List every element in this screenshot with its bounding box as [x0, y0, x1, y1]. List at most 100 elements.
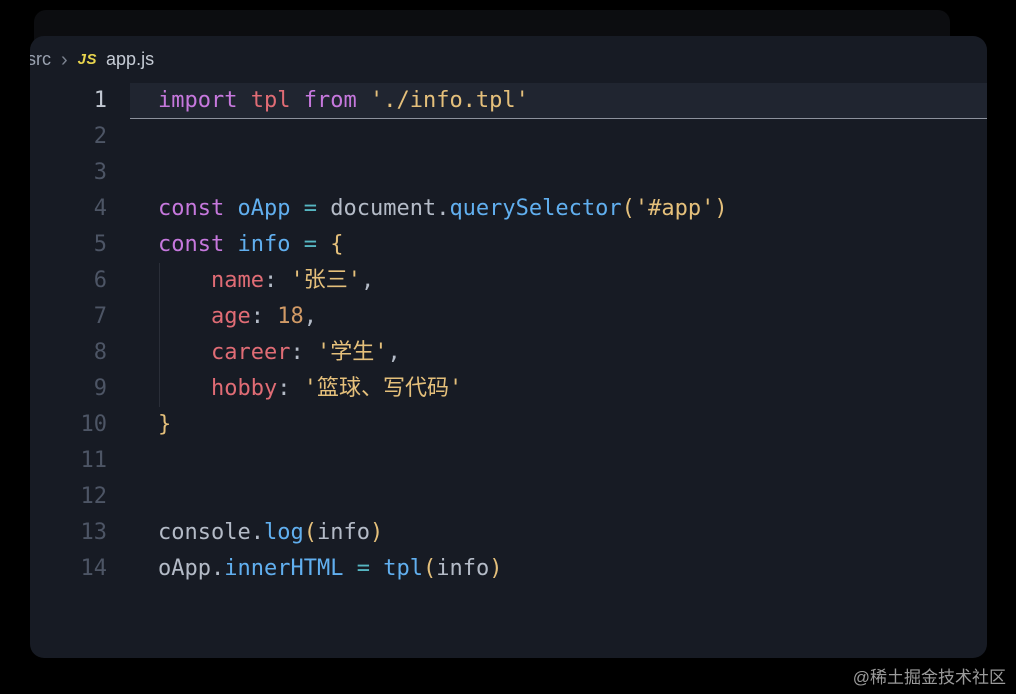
code-token: . — [210, 556, 225, 581]
code-token: : — [263, 268, 291, 293]
code-token: name — [210, 268, 264, 293]
line-number[interactable]: 8 — [30, 335, 130, 371]
code-token: tpl — [383, 556, 423, 581]
code-token: from — [303, 88, 357, 113]
code-text[interactable]: hobby: '篮球、写代码' — [130, 371, 987, 407]
code-text[interactable]: career: '学生', — [130, 335, 987, 371]
indent-guide — [159, 371, 160, 407]
line-number[interactable]: 10 — [30, 407, 130, 443]
code-line[interactable]: 10} — [30, 407, 987, 443]
code-token: ) — [714, 196, 728, 221]
code-text[interactable] — [130, 119, 987, 155]
code-token: , — [303, 304, 317, 329]
code-text[interactable] — [130, 479, 987, 515]
code-token: ) — [489, 556, 503, 581]
code-token: = — [356, 556, 370, 581]
breadcrumb-folder[interactable]: src — [30, 49, 51, 70]
line-number[interactable]: 4 — [30, 191, 130, 227]
code-line[interactable]: 4 const oApp = document.querySelector('#a… — [30, 191, 987, 227]
code-token: ( — [422, 556, 437, 581]
code-text[interactable]: import tpl from './info.tpl' — [130, 83, 987, 119]
indent-guide — [159, 335, 160, 371]
code-line[interactable]: 1 import tpl from './info.tpl' — [30, 83, 987, 119]
code-line[interactable]: 12 — [30, 479, 987, 515]
line-number[interactable]: 13 — [30, 515, 130, 551]
code-line[interactable]: 11 — [30, 443, 987, 479]
indent-guide — [159, 299, 160, 335]
code-token: log — [263, 520, 304, 545]
line-number[interactable]: 11 — [30, 443, 130, 479]
code-line[interactable]: 6 name: '张三', — [30, 263, 987, 299]
code-line[interactable]: 3 — [30, 155, 987, 191]
code-line[interactable]: 9 hobby: '篮球、写代码' — [30, 371, 987, 407]
code-token: oApp — [237, 196, 291, 221]
code-text[interactable]: const oApp = document.querySelector('#ap… — [130, 191, 987, 227]
page-background: { "window": { "breadcrumb": { "folder": … — [0, 0, 1016, 694]
code-text[interactable] — [130, 443, 987, 479]
code-token: oApp — [158, 556, 211, 581]
code-token: { — [330, 232, 344, 257]
code-token: 18 — [277, 304, 304, 329]
line-number[interactable]: 12 — [30, 479, 130, 515]
indent-guide — [159, 263, 160, 299]
code-token: ) — [369, 520, 384, 545]
code-token: './info.tpl' — [369, 88, 529, 113]
code-token: . — [250, 520, 264, 545]
line-number[interactable]: 7 — [30, 299, 130, 335]
code-text[interactable]: age: 18, — [130, 299, 987, 335]
editor-window: src › JS app.js 1 import tpl from './info… — [30, 36, 987, 658]
chevron-right-icon: › — [61, 48, 68, 71]
code-text[interactable]: name: '张三', — [130, 263, 987, 299]
code-text[interactable] — [130, 155, 987, 191]
code-token: age — [210, 304, 251, 329]
code-line[interactable]: 5 const info = { — [30, 227, 987, 263]
code-token: ( — [303, 520, 317, 545]
code-text[interactable]: console.log(info) — [130, 515, 987, 551]
code-text[interactable]: } — [130, 407, 987, 443]
line-number[interactable]: 1 — [30, 83, 130, 119]
line-number[interactable]: 3 — [30, 155, 130, 191]
code-line[interactable]: 8 career: '学生', — [30, 335, 987, 371]
line-number[interactable]: 6 — [30, 263, 130, 299]
code-text[interactable]: oApp.innerHTML = tpl(info) — [130, 551, 987, 587]
code-token: info — [436, 556, 490, 581]
code-token: info — [237, 232, 291, 257]
code-token: innerHTML — [224, 556, 344, 581]
javascript-file-icon: JS — [77, 51, 98, 68]
code-token: , — [360, 268, 375, 293]
code-text[interactable]: const info = { — [130, 227, 987, 263]
code-token: const — [158, 232, 225, 257]
code-token: : — [290, 340, 317, 365]
code-token: '学生' — [316, 340, 388, 365]
line-number[interactable]: 14 — [30, 551, 130, 587]
code-token: info — [316, 520, 370, 545]
code-line[interactable]: 2 — [30, 119, 987, 155]
line-number[interactable]: 9 — [30, 371, 130, 407]
code-line[interactable]: 14 oApp.innerHTML = tpl(info) — [30, 551, 987, 587]
code-token: querySelector — [449, 196, 622, 221]
code-line[interactable]: 13 console.log(info) — [30, 515, 987, 551]
code-token: , — [387, 340, 401, 365]
code-token: import — [158, 88, 238, 113]
line-number[interactable]: 5 — [30, 227, 130, 263]
line-number[interactable]: 2 — [30, 119, 130, 155]
code-token: = — [303, 196, 317, 221]
code-token: : — [250, 304, 278, 329]
breadcrumb-file[interactable]: app.js — [106, 49, 154, 70]
code-token: . — [436, 196, 450, 221]
code-token: const — [158, 196, 225, 221]
code-line[interactable]: 7 age: 18, — [30, 299, 987, 335]
code-token: '张三' — [290, 268, 361, 293]
code-token: console — [158, 520, 251, 545]
